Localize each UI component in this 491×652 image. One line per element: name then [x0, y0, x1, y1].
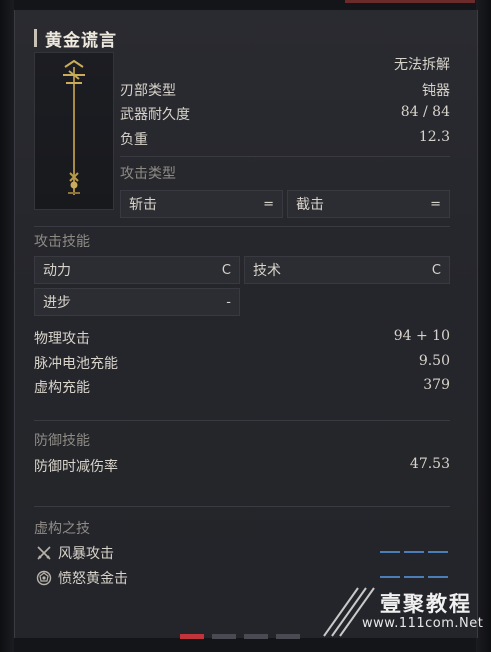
divider [34, 420, 450, 421]
durability-value: 84 / 84 [400, 104, 450, 120]
pulse-cell-charge-label: 脉冲电池充能 [34, 356, 118, 372]
advance-value: - [226, 294, 231, 310]
divider [34, 226, 450, 227]
blade-type-row: 刃部类型 钝器 [120, 80, 450, 100]
fable-art-fury-gold-strike: 愤怒黄金击 [36, 568, 128, 588]
blade-type-value: 钝器 [422, 83, 450, 99]
guard-damage-reduction-row: 防御时减伤率 47.53 [34, 456, 450, 476]
divider [34, 506, 450, 507]
attack-skill-technique: 技术 C [244, 256, 450, 284]
motivity-value: C [221, 262, 231, 278]
slot-bar [380, 551, 400, 553]
fable-art-storm-attack: 风暴攻击 [36, 543, 114, 563]
guard-damage-reduction-label: 防御时减伤率 [34, 459, 118, 475]
physical-attack-row: 物理攻击 94 + 10 [34, 328, 450, 348]
page-dot-2[interactable] [212, 634, 236, 639]
item-title-bar: 黄金谎言 [34, 26, 117, 51]
shield-gear-icon [36, 570, 52, 586]
weight-label: 负重 [120, 132, 148, 148]
durability-label: 武器耐久度 [120, 107, 190, 123]
physical-attack-value: 94 + 10 [393, 328, 450, 344]
disassemble-status: 无法拆解 [394, 57, 450, 73]
strike-label: 截击 [296, 197, 324, 213]
weight-row: 负重 12.3 [120, 129, 450, 149]
right-edge [476, 0, 491, 652]
advance-label: 进步 [43, 295, 71, 311]
motivity-label: 动力 [43, 263, 71, 279]
defense-skill-title: 防御技能 [34, 433, 90, 449]
watermark-url: www.111com.Net [362, 616, 484, 631]
physical-attack-label: 物理攻击 [34, 331, 90, 347]
fable-art-storm-attack-label: 风暴攻击 [58, 546, 114, 562]
weapon-golden-staff-icon [63, 59, 85, 195]
fable-arts-title: 虚构之技 [34, 521, 90, 537]
fable-charge-row: 虚构充能 379 [34, 377, 450, 397]
attack-type-strike: 截击 = [287, 190, 450, 218]
attack-skill-title: 攻击技能 [34, 234, 90, 250]
slash-value: = [263, 196, 274, 212]
attack-type-slash: 斩击 = [120, 190, 283, 218]
title-marker [34, 29, 37, 47]
slash-label: 斩击 [129, 197, 157, 213]
divider [120, 156, 450, 157]
guard-damage-reduction-value: 47.53 [409, 456, 450, 472]
strike-value: = [430, 196, 441, 212]
technique-label: 技术 [253, 263, 281, 279]
durability-row: 武器耐久度 84 / 84 [120, 104, 450, 124]
item-name: 黄金谎言 [45, 30, 117, 51]
attack-skill-motivity: 动力 C [34, 256, 240, 284]
page-indicator[interactable] [180, 634, 300, 639]
fable-art-fury-gold-strike-slots [380, 576, 448, 578]
technique-value: C [431, 262, 441, 278]
watermark-logo-icon [323, 587, 375, 637]
left-edge [0, 0, 14, 652]
fable-art-storm-attack-slots [380, 551, 448, 553]
slot-bar [404, 551, 424, 553]
pulse-cell-charge-value: 9.50 [418, 353, 450, 369]
fable-charge-value: 379 [423, 377, 450, 393]
attack-type-title: 攻击类型 [120, 166, 176, 182]
weight-value: 12.3 [418, 129, 450, 145]
watermark-brand: 壹聚教程 [380, 592, 472, 616]
top-accent-bar [345, 0, 475, 3]
disassemble-status-row: 无法拆解 [386, 54, 450, 74]
page-dot-4[interactable] [276, 634, 300, 639]
slot-bar [428, 551, 448, 553]
page-dot-1[interactable] [180, 634, 204, 639]
weapon-image [34, 52, 114, 210]
page-dot-3[interactable] [244, 634, 268, 639]
fable-art-fury-gold-strike-label: 愤怒黄金击 [58, 571, 128, 587]
pulse-cell-charge-row: 脉冲电池充能 9.50 [34, 353, 450, 373]
fable-charge-label: 虚构充能 [34, 380, 90, 396]
watermark: 壹聚教程 www.111com.Net [318, 582, 484, 644]
slot-bar [428, 576, 448, 578]
slot-bar [380, 576, 400, 578]
attack-skill-advance: 进步 - [34, 288, 240, 316]
crossed-swords-icon [36, 545, 52, 561]
blade-type-label: 刃部类型 [120, 83, 176, 99]
slot-bar [404, 576, 424, 578]
